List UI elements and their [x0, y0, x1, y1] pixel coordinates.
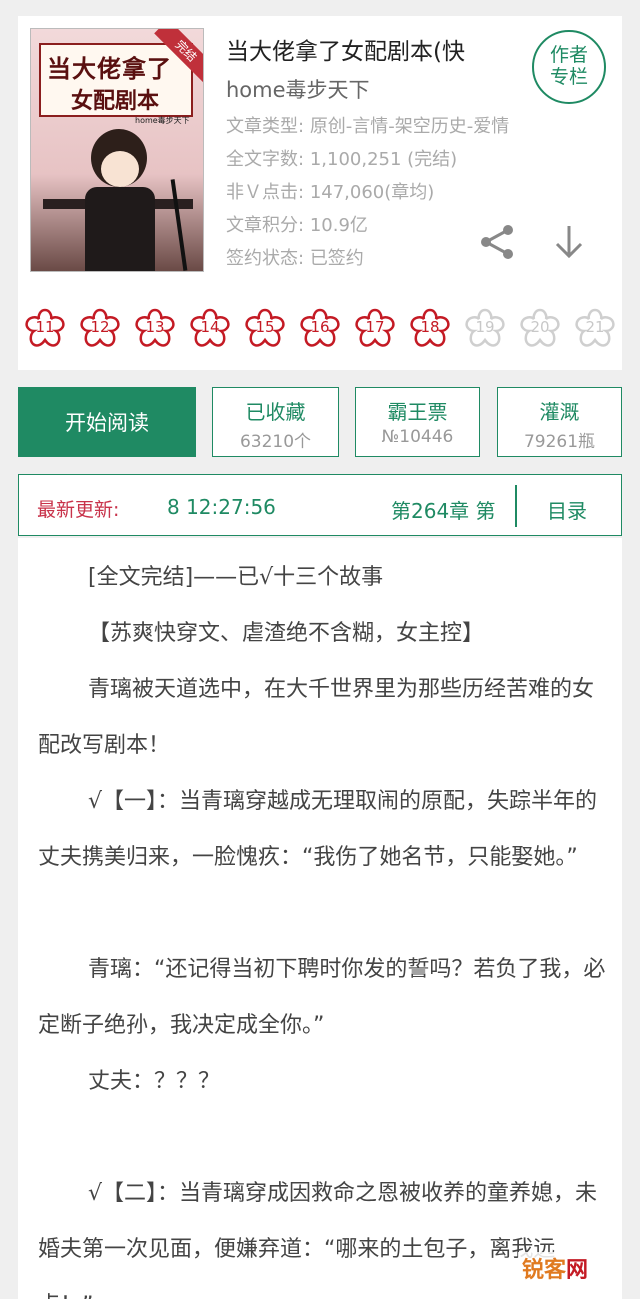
- water-button[interactable]: 灌溉 79261瓶: [497, 387, 622, 457]
- share-icon[interactable]: [478, 222, 518, 262]
- flower-number: 17: [365, 318, 385, 336]
- synopsis-paragraph: 青璃：“还记得当初下聘时你发的誓吗？若负了我，必定断子绝孙，我决定成全你。”: [38, 957, 606, 1038]
- flower-number: 20: [530, 318, 550, 336]
- book-cover[interactable]: 当大佬拿了 女配剧本 完结 home毒步天下: [30, 28, 204, 272]
- collect-label: 已收藏: [245, 400, 306, 424]
- cover-author: home毒步天下: [135, 116, 190, 125]
- meta-type: 文章类型: 原创-言情-架空历史-爱情: [226, 112, 509, 138]
- meta-clicks: 非Ｖ点击: 147,060(章均): [226, 178, 434, 204]
- flower-number: 11: [35, 318, 55, 336]
- meta-sign-status: 签约状态: 已签约: [226, 244, 364, 270]
- ticket-count: №10446: [381, 427, 454, 447]
- flower-number: 12: [90, 318, 110, 336]
- flower-icon[interactable]: 13: [132, 306, 178, 352]
- flower-icon[interactable]: 19: [462, 306, 508, 352]
- synopsis-paragraph: 【苏爽快穿文、虐渣绝不含糊，女主控】: [88, 621, 485, 646]
- author-column-button[interactable]: 作者 专栏: [532, 30, 606, 104]
- latest-chapter-link[interactable]: 第264章 第: [391, 495, 509, 524]
- meta-key: 文章类型:: [226, 116, 305, 137]
- flower-icon[interactable]: 12: [77, 306, 123, 352]
- ticket-label: 霸王票: [387, 400, 448, 424]
- ticket-button[interactable]: 霸王票 №10446: [355, 387, 480, 457]
- flower-icon[interactable]: 14: [187, 306, 233, 352]
- watermark-part1: 锐客: [522, 1258, 567, 1283]
- flower-icon[interactable]: 21: [572, 306, 618, 352]
- latest-update-label: 最新更新:: [37, 499, 120, 521]
- flower-icon[interactable]: 11: [22, 306, 68, 352]
- flower-number: 21: [585, 318, 605, 336]
- cover-sword: [170, 179, 188, 271]
- watermark-part2: 网: [566, 1258, 589, 1283]
- book-title: 当大佬拿了女配剧本(快: [226, 39, 465, 65]
- author-name[interactable]: home毒步天下: [226, 74, 370, 104]
- flower-icon[interactable]: 16: [297, 306, 343, 352]
- synopsis-paragraph: 青璃被天道选中，在大千世界里为那些历经苦难的女配改写剧本！: [38, 677, 595, 758]
- cover-character-face: [101, 151, 139, 187]
- synopsis-paragraph: 丈夫：？？？: [88, 1069, 221, 1094]
- meta-value: 10.9亿: [309, 215, 368, 236]
- table-of-contents-button[interactable]: 目录: [547, 495, 587, 524]
- flower-number: 15: [255, 318, 275, 336]
- flower-icon[interactable]: 18: [407, 306, 453, 352]
- meta-value: 原创-言情-架空历史-爱情: [309, 116, 510, 137]
- meta-key: 全文字数:: [226, 149, 305, 170]
- meta-value: 已签约: [309, 248, 364, 269]
- meta-key: 文章积分:: [226, 215, 305, 236]
- cover-title-line2: 女配剧本: [71, 89, 160, 114]
- cover-title-line1: 当大佬拿了: [47, 55, 172, 83]
- flower-icon[interactable]: 17: [352, 306, 398, 352]
- flower-number: 16: [310, 318, 330, 336]
- author-column-line2: 专栏: [549, 66, 588, 88]
- synopsis-paragraph: √【一】：当青璃穿越成无理取闹的原配，失踪半年的丈夫携美归来，一脸愧疚：“我伤了…: [38, 789, 598, 870]
- flower-number: 18: [420, 318, 440, 336]
- author-column-line1: 作者: [549, 44, 588, 66]
- meta-key: 签约状态:: [226, 248, 305, 269]
- water-count: 79261瓶: [523, 432, 596, 452]
- water-label: 灌溉: [539, 400, 580, 424]
- flower-icon[interactable]: 15: [242, 306, 288, 352]
- cover-title-box: 当大佬拿了 女配剧本: [39, 43, 193, 117]
- meta-score: 文章积分: 10.9亿: [226, 211, 368, 237]
- synopsis-paragraph: [全文完结]——已√十三个故事: [88, 565, 384, 590]
- flower-number: 14: [200, 318, 220, 336]
- start-reading-button[interactable]: 开始阅读: [18, 387, 196, 457]
- divider: [515, 485, 517, 527]
- meta-word-count: 全文字数: 1,100,251 (完结): [226, 145, 457, 171]
- cover-character-body: [85, 187, 155, 271]
- meta-value: 147,060(章均): [309, 182, 435, 203]
- site-watermark-logo: 锐客网: [518, 1252, 593, 1284]
- meta-key: 非Ｖ点击:: [226, 182, 305, 203]
- meta-value: 1,100,251 (完结): [309, 149, 458, 170]
- collect-count: 63210个: [239, 432, 312, 452]
- latest-update-bar: 最新更新: 8 12:27:56 第264章 第 目录: [18, 474, 622, 536]
- latest-update-time: 8 12:27:56: [167, 495, 276, 519]
- synopsis-content: [全文完结]——已√十三个故事 【苏爽快穿文、虐渣绝不含糊，女主控】 青璃被天道…: [18, 538, 622, 1299]
- flower-number: 19: [475, 318, 495, 336]
- download-icon[interactable]: [551, 222, 587, 262]
- collect-button[interactable]: 已收藏 63210个: [212, 387, 339, 457]
- flower-number: 13: [145, 318, 165, 336]
- flower-icon[interactable]: 20: [517, 306, 563, 352]
- flower-rating-row: 11 12 13 14 15 16 17 18 19 20 21: [22, 306, 622, 352]
